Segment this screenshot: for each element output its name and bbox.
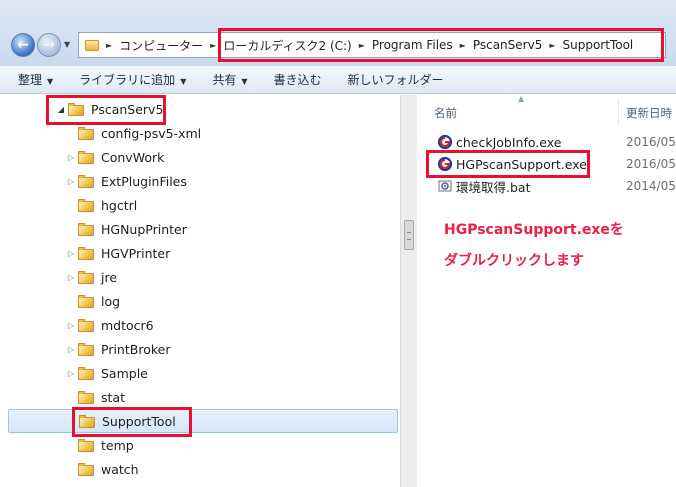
folder-icon xyxy=(78,462,94,476)
folder-icon xyxy=(78,294,94,308)
folder-icon xyxy=(78,438,94,452)
folder-icon xyxy=(78,126,94,140)
tree-item-label: Sample xyxy=(101,365,148,381)
back-button[interactable]: ← xyxy=(11,33,35,57)
add-to-library-label: ライブラリに追加 xyxy=(79,73,176,87)
file-date: 2016/05/ xyxy=(626,135,676,149)
file-date: 2016/05/ xyxy=(626,157,676,171)
tree-item-hgvprinter[interactable]: ▷ HGVPrinter xyxy=(0,241,400,265)
add-to-library-button[interactable]: ライブラリに追加 ▼ xyxy=(79,71,186,88)
file-name: checkJobInfo.exe xyxy=(456,134,562,150)
path-highlight-box xyxy=(218,28,664,62)
breadcrumb-arrow-icon[interactable]: ► xyxy=(106,41,112,50)
folder-icon xyxy=(78,366,94,380)
tree-item-sample[interactable]: ▷ Sample xyxy=(0,361,400,385)
supporttool-highlight-box xyxy=(72,407,192,437)
tree-item-log[interactable]: log xyxy=(0,289,400,313)
tree-item-hgctrl[interactable]: hgctrl xyxy=(0,193,400,217)
column-divider[interactable] xyxy=(618,99,619,125)
root-highlight-box xyxy=(46,95,166,125)
folder-icon xyxy=(78,390,94,404)
tree-item-watch[interactable]: watch xyxy=(0,457,400,481)
folder-icon xyxy=(78,318,94,332)
tree-item-label: ExtPluginFiles xyxy=(101,173,187,189)
exe-highlight-box xyxy=(426,150,590,178)
forward-button[interactable]: → xyxy=(37,33,61,57)
chevron-down-icon: ▼ xyxy=(64,40,71,49)
expand-triangle-icon[interactable]: ▷ xyxy=(66,153,76,162)
batch-file-icon xyxy=(438,180,452,192)
command-toolbar: 整理 ▼ ライブラリに追加 ▼ 共有 ▼ 書き込む 新しいフォルダー xyxy=(0,66,676,94)
column-date[interactable]: 更新日時 xyxy=(626,105,672,121)
folder-icon xyxy=(78,174,94,188)
column-name[interactable]: 名前 xyxy=(434,105,457,121)
breadcrumb-computer[interactable]: コンピューター xyxy=(119,37,203,54)
folder-icon xyxy=(78,270,94,284)
expand-triangle-icon[interactable]: ▷ xyxy=(66,345,76,354)
tree-item-label: jre xyxy=(101,269,118,285)
tree-item-label: watch xyxy=(101,461,139,477)
tree-scrollbar[interactable] xyxy=(400,95,417,487)
file-date: 2014/05/ xyxy=(626,179,676,193)
exe-app-icon xyxy=(438,135,452,149)
tree-item-label: stat xyxy=(101,389,125,405)
tree-item-supporttool[interactable]: SupportTool xyxy=(8,409,398,433)
chevron-down-icon: ▼ xyxy=(241,77,248,86)
tree-item-convwork[interactable]: ▷ ConvWork xyxy=(0,145,400,169)
tree-item-label: temp xyxy=(101,437,134,453)
instruction-line-2: ダブルクリックします xyxy=(444,253,584,269)
tree-item-temp[interactable]: temp xyxy=(0,433,400,457)
expand-triangle-icon[interactable]: ▷ xyxy=(66,369,76,378)
folder-icon xyxy=(78,246,94,260)
file-name: 環境取得.bat xyxy=(456,179,531,195)
column-header: 名前 ▲ 更新日時 xyxy=(418,95,676,127)
breadcrumb-arrow-icon[interactable]: ► xyxy=(210,41,216,50)
share-button[interactable]: 共有 ▼ xyxy=(212,71,247,88)
tree-item-label: HGVPrinter xyxy=(101,245,171,261)
share-label: 共有 xyxy=(212,73,237,87)
arrow-right-icon: → xyxy=(43,37,55,53)
folder-icon xyxy=(78,150,94,164)
expand-triangle-icon[interactable]: ▷ xyxy=(66,273,76,282)
tree-item-stat[interactable]: stat xyxy=(0,385,400,409)
arrow-left-icon: ← xyxy=(17,37,29,53)
instruction-line-1: HGPscanSupport.exeを xyxy=(444,222,624,238)
expand-triangle-icon[interactable]: ▷ xyxy=(66,321,76,330)
tree-item-label: HGNupPrinter xyxy=(101,221,187,237)
folder-icon xyxy=(78,198,94,212)
organize-button[interactable]: 整理 ▼ xyxy=(18,71,53,88)
tree-item-jre[interactable]: ▷ jre xyxy=(0,265,400,289)
tree-item-label: hgctrl xyxy=(101,197,138,213)
tree-item-hgnupprinter[interactable]: HGNupPrinter xyxy=(0,217,400,241)
folder-icon xyxy=(78,342,94,356)
folder-icon xyxy=(78,222,94,236)
scrollbar-thumb[interactable] xyxy=(404,220,414,250)
expand-triangle-icon[interactable]: ▷ xyxy=(66,177,76,186)
tree-item-extpluginfiles[interactable]: ▷ ExtPluginFiles xyxy=(0,169,400,193)
folder-icon xyxy=(85,39,99,51)
tree-item-label: PrintBroker xyxy=(101,341,171,357)
chevron-down-icon: ▼ xyxy=(47,77,54,86)
expand-triangle-icon[interactable]: ▷ xyxy=(66,249,76,258)
sort-up-icon: ▲ xyxy=(518,95,525,103)
tree-item-printbroker[interactable]: ▷ PrintBroker xyxy=(0,337,400,361)
file-row-env-bat[interactable]: 環境取得.bat 2014/05/ xyxy=(418,175,676,197)
chevron-down-icon: ▼ xyxy=(180,77,187,86)
tree-item-mdtocr6[interactable]: ▷ mdtocr6 xyxy=(0,313,400,337)
new-folder-button[interactable]: 新しいフォルダー xyxy=(348,71,444,88)
tree-item-label: log xyxy=(101,293,121,309)
recent-pages-dropdown[interactable]: ▼ xyxy=(64,40,72,49)
tree-item-label: ConvWork xyxy=(101,149,165,165)
tree-item-label: mdtocr6 xyxy=(101,317,154,333)
tree-item-label: config-psv5-xml xyxy=(101,125,202,141)
folder-tree: ◢ PscanServ5 config-psv5-xml ▷ ConvWork ▷ Ex… xyxy=(0,95,400,487)
organize-label: 整理 xyxy=(18,73,43,87)
burn-button[interactable]: 書き込む xyxy=(274,71,322,88)
